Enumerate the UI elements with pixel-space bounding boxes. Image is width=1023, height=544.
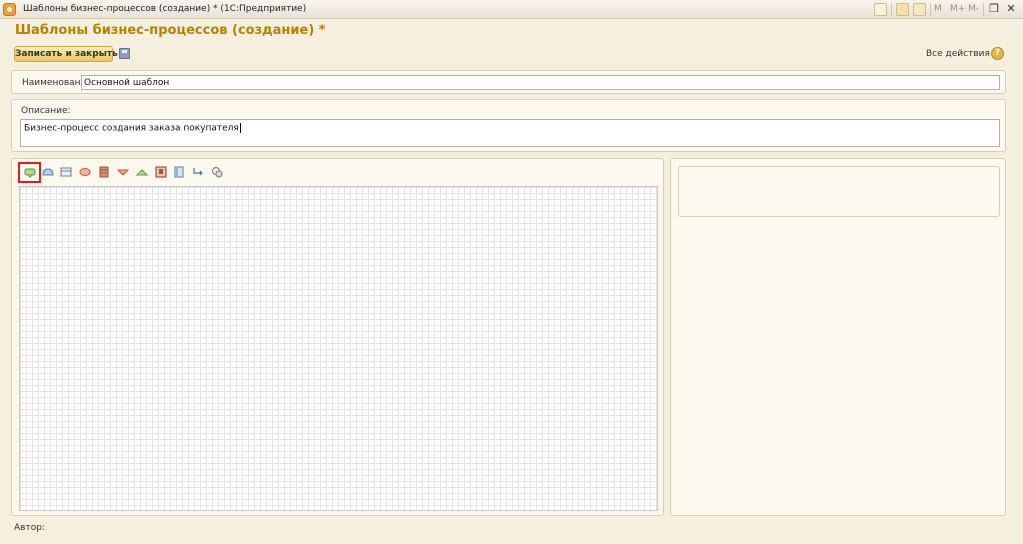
point-subprocess-icon[interactable] [154, 165, 168, 179]
window-titlebar: Шаблоны бизнес-процессов (создание) * (1… [0, 0, 1023, 19]
toolbar-separator [983, 3, 984, 16]
point-processing-icon[interactable] [97, 165, 111, 179]
link-icon[interactable] [874, 3, 887, 16]
point-end-icon[interactable] [41, 165, 55, 179]
point-action-icon[interactable] [59, 165, 73, 179]
name-input[interactable]: Основной шаблон [81, 75, 1000, 90]
window-title: Шаблоны бизнес-процессов (создание) * (1… [23, 4, 307, 14]
calendar-icon[interactable] [913, 3, 926, 16]
save-icon[interactable] [119, 48, 130, 59]
calculator-icon[interactable] [896, 3, 909, 16]
point-condition-icon[interactable] [78, 165, 92, 179]
app-logo-icon [3, 3, 16, 16]
connector-icon[interactable] [191, 165, 205, 179]
name-panel: Наименование: Основной шаблон [11, 70, 1006, 94]
description-label: Описание: [21, 106, 71, 116]
restore-window-icon[interactable]: ❐ [987, 2, 1001, 16]
group-icon[interactable] [210, 165, 224, 179]
all-actions-menu[interactable]: Все действия ▾ [926, 49, 997, 59]
toolbar-separator [930, 3, 931, 16]
form-title: Шаблоны бизнес-процессов (создание) * [15, 23, 326, 38]
decoration-icon[interactable] [172, 165, 186, 179]
memory-plus-button[interactable]: M+ [950, 4, 965, 14]
help-icon[interactable]: ? [991, 47, 1004, 60]
properties-box [678, 166, 1000, 217]
point-merge-icon[interactable] [135, 165, 149, 179]
memory-button[interactable]: M [934, 4, 942, 14]
close-window-icon[interactable]: ✕ [1004, 2, 1018, 16]
description-panel: Описание: Бизнес-процесс создания заказа… [11, 99, 1006, 152]
description-text: Бизнес-процесс создания заказа покупател… [24, 123, 239, 134]
description-input[interactable]: Бизнес-процесс создания заказа покупател… [20, 119, 1000, 147]
save-and-close-button[interactable]: Записать и закрыть [14, 46, 118, 62]
route-map-canvas[interactable] [19, 186, 658, 511]
toolbar-separator [891, 3, 892, 16]
author-label: Автор: [14, 523, 45, 533]
point-start-icon[interactable] [23, 165, 37, 179]
properties-panel [670, 158, 1006, 516]
point-split-icon[interactable] [116, 165, 130, 179]
memory-minus-button[interactable]: M- [968, 4, 979, 14]
